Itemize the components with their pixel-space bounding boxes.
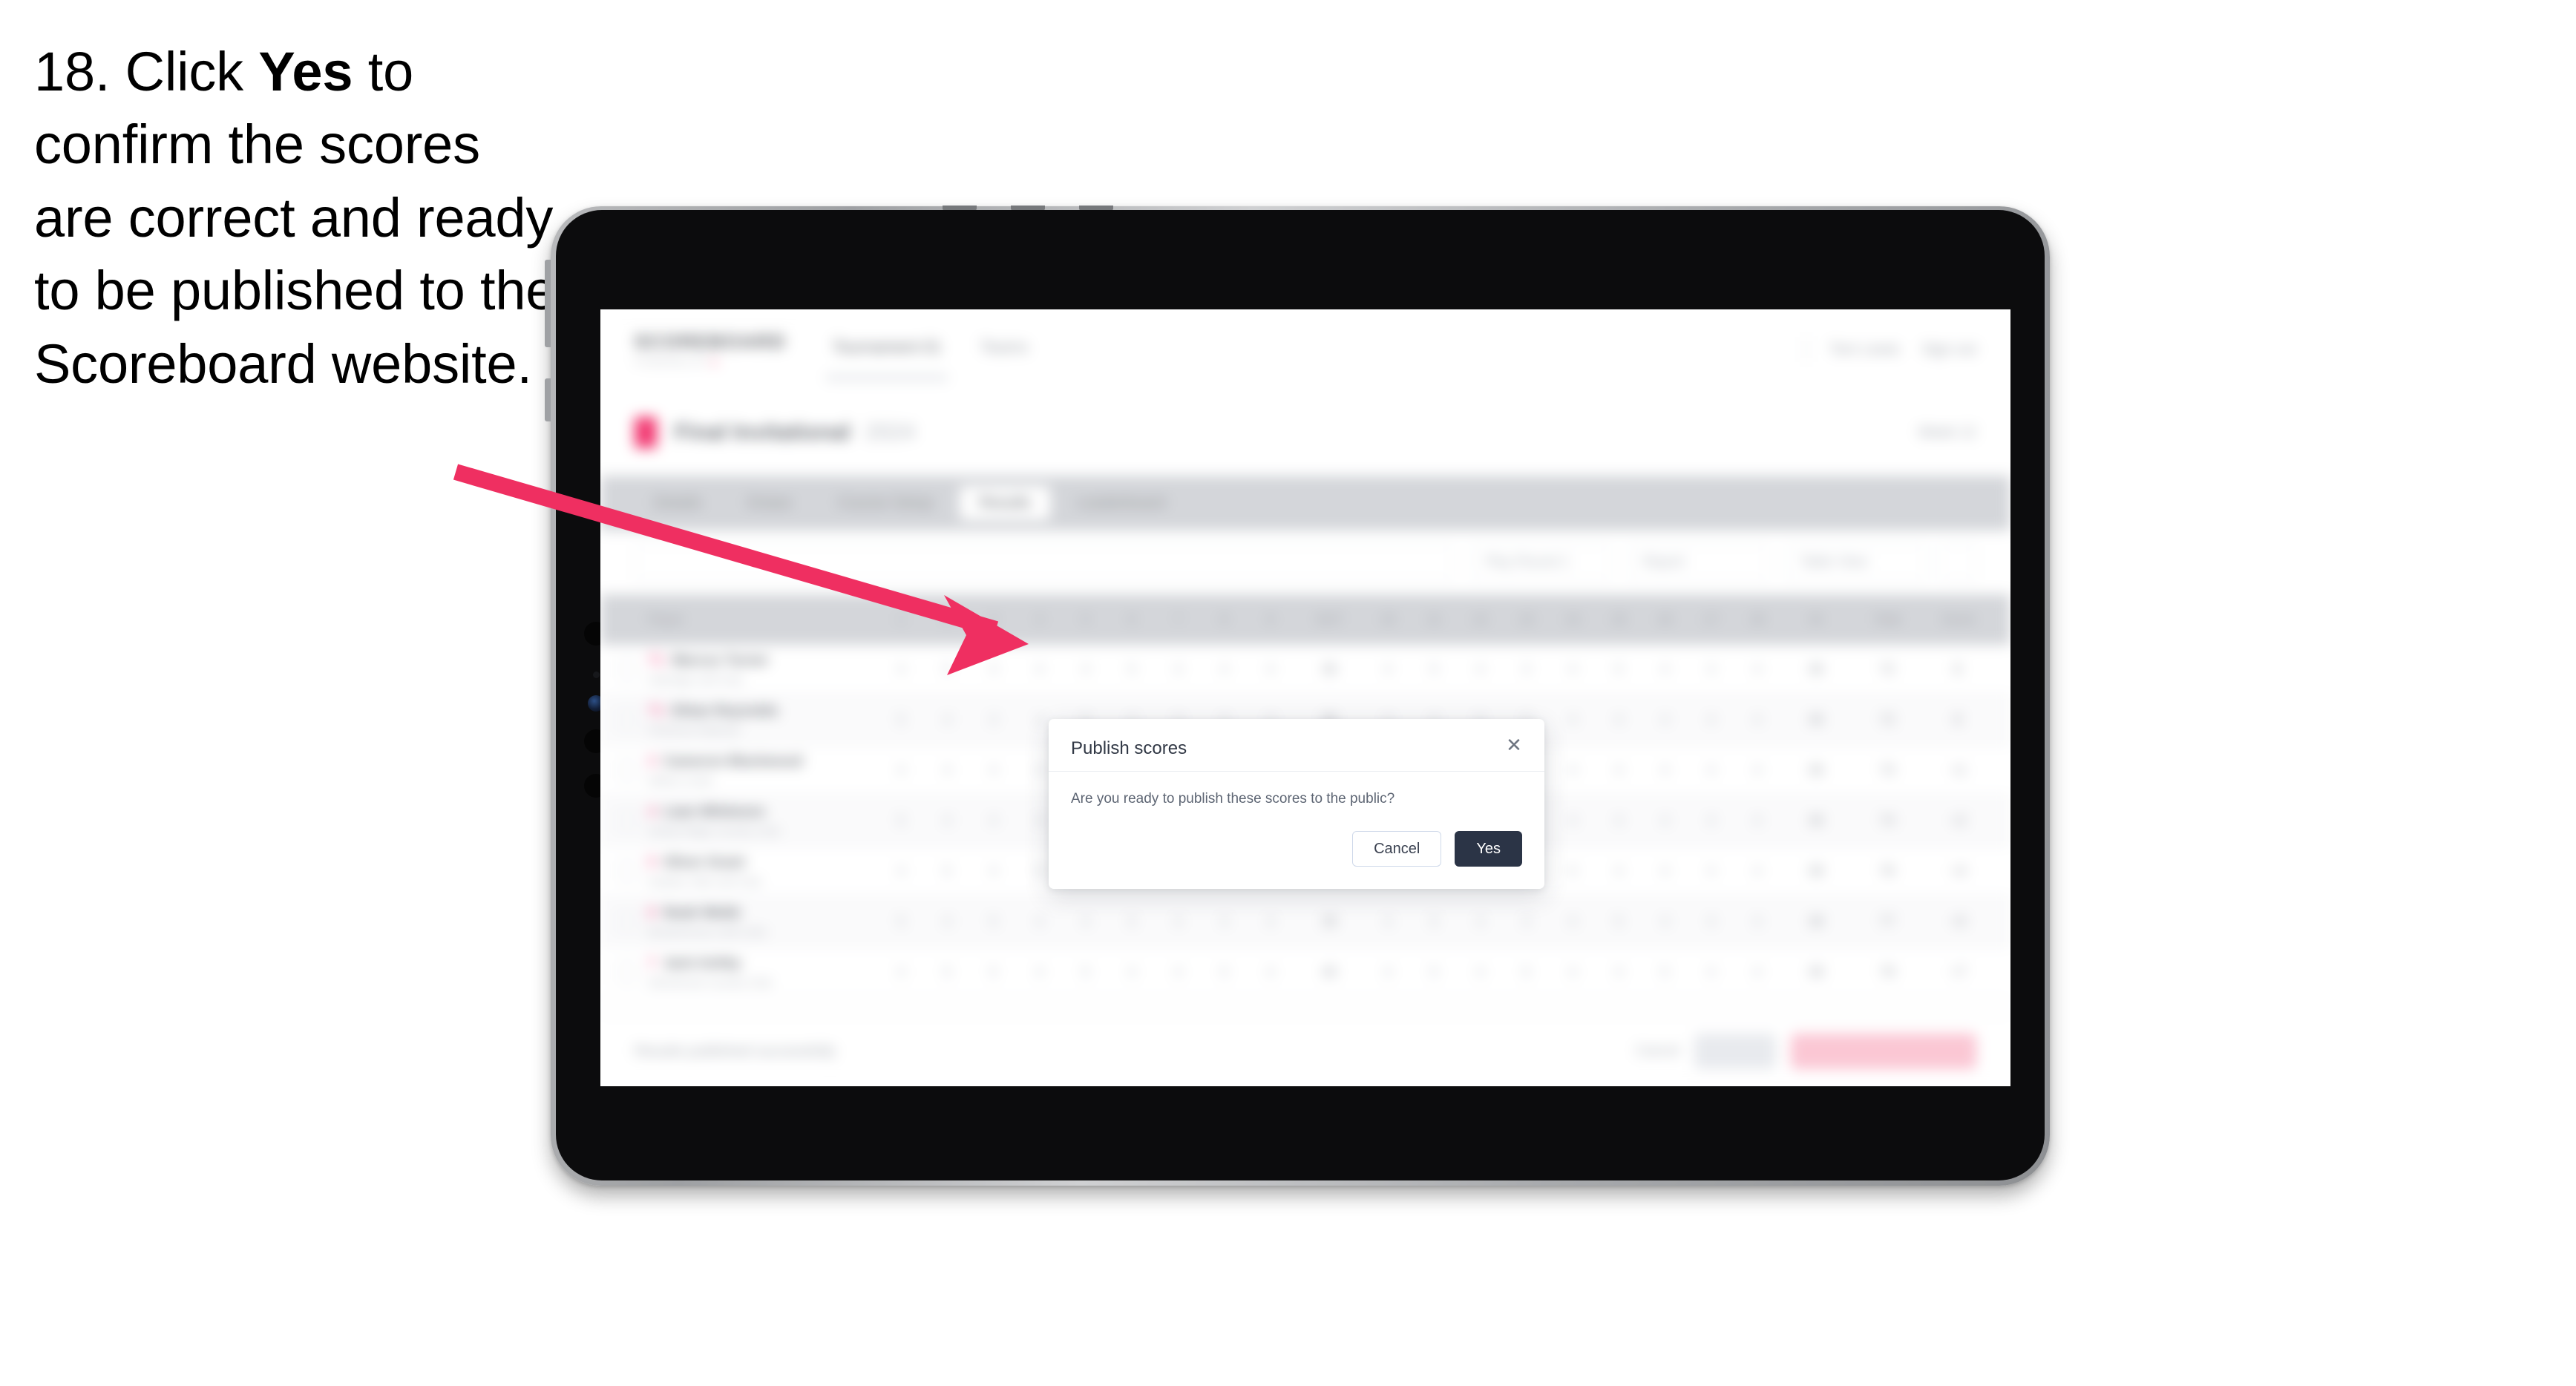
close-icon[interactable]: ✕ [1503,734,1525,756]
dialog-header: Publish scores ✕ [1049,719,1544,772]
tablet-device: SCOREBOARD POWERED BY ● Tournament 01 Te… [545,206,2050,1186]
cancel-button[interactable]: Cancel [1352,831,1442,867]
instruction-caption: 18. Click Yes to confirm the scores are … [34,36,568,401]
power-button[interactable] [545,378,551,421]
dialog-body: Are you ready to publish these scores to… [1049,772,1544,812]
device-bezel: SCOREBOARD POWERED BY ● Tournament 01 Te… [556,210,2045,1180]
instruction-emphasis: Yes [258,41,353,102]
publish-scores-dialog: Publish scores ✕ Are you ready to publis… [1049,719,1544,889]
modal-overlay [600,309,2010,1086]
instruction-step-number: 18. [34,41,111,102]
device-frame: SCOREBOARD POWERED BY ● Tournament 01 Te… [545,206,2050,1186]
sensor-icon [593,671,600,678]
yes-button[interactable]: Yes [1455,831,1522,867]
instruction-text-before: Click [125,41,244,102]
volume-button[interactable] [545,260,551,347]
dialog-actions: Cancel Yes [1049,812,1544,889]
tablet-screen: SCOREBOARD POWERED BY ● Tournament 01 Te… [600,309,2010,1086]
dialog-title: Publish scores [1071,738,1187,758]
dialog-message: Are you ready to publish these scores to… [1071,791,1395,807]
